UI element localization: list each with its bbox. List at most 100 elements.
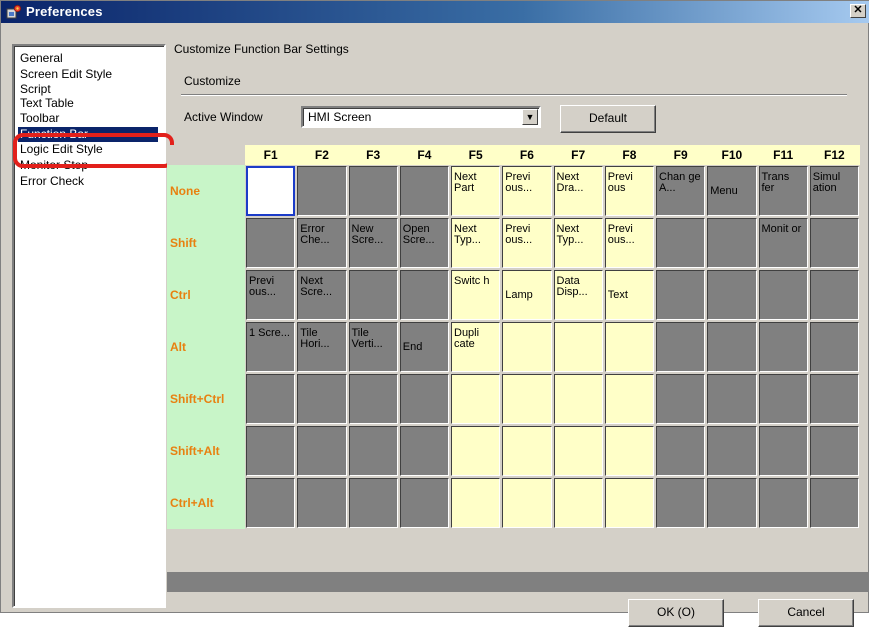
function-cell-ctrl-alt-f6[interactable]	[502, 478, 552, 528]
function-cell-shift-f1[interactable]	[246, 218, 296, 268]
function-cell-ctrl-alt-f10[interactable]	[707, 478, 757, 528]
function-cell-shift-ctrl-f6[interactable]	[502, 374, 552, 424]
function-cell-shift-ctrl-f8[interactable]	[604, 374, 654, 424]
category-list[interactable]: General Screen Edit Style Script Text Table…	[12, 44, 166, 608]
function-cell-ctrl-f6[interactable]: Lamp	[502, 270, 552, 320]
close-button[interactable]: ✕	[850, 4, 866, 18]
function-cell-none-f11[interactable]: Trans fer	[758, 166, 808, 216]
function-cell-alt-f2[interactable]: Tile Hori...	[297, 322, 347, 372]
category-item-text-table[interactable]: Text Table	[18, 96, 76, 111]
function-cell-none-f7[interactable]: Next Dra...	[553, 166, 603, 216]
function-cell-none-f5[interactable]: Next Part	[451, 166, 501, 216]
category-item-monitor-step[interactable]: Monitor Step	[18, 158, 90, 173]
function-cell-shift-alt-f2[interactable]	[297, 426, 347, 476]
function-cell-shift-alt-f12[interactable]	[809, 426, 859, 476]
function-cell-shift-ctrl-f4[interactable]	[399, 374, 449, 424]
function-cell-none-f12[interactable]: Simul ation	[809, 166, 859, 216]
category-item-general[interactable]: General	[18, 51, 65, 66]
function-cell-ctrl-f11[interactable]	[758, 270, 808, 320]
function-cell-ctrl-alt-f9[interactable]	[656, 478, 706, 528]
title-bar[interactable]: Preferences ✕	[1, 1, 869, 23]
function-cell-alt-f6[interactable]	[502, 322, 552, 372]
function-cell-shift-alt-f3[interactable]	[348, 426, 398, 476]
function-cell-shift-f11[interactable]: Monit or	[758, 218, 808, 268]
function-cell-alt-f10[interactable]	[707, 322, 757, 372]
function-cell-shift-ctrl-f2[interactable]	[297, 374, 347, 424]
function-cell-ctrl-alt-f12[interactable]	[809, 478, 859, 528]
function-cell-none-f1[interactable]	[246, 166, 296, 216]
function-cell-shift-alt-f5[interactable]	[451, 426, 501, 476]
function-cell-ctrl-alt-f1[interactable]	[246, 478, 296, 528]
function-cell-ctrl-f1[interactable]: Previ ous...	[246, 270, 296, 320]
function-cell-shift-ctrl-f9[interactable]	[656, 374, 706, 424]
function-cell-shift-f2[interactable]: Error Che...	[297, 218, 347, 268]
function-cell-shift-f5[interactable]: Next Typ...	[451, 218, 501, 268]
function-cell-ctrl-f3[interactable]	[348, 270, 398, 320]
function-cell-none-f2[interactable]	[297, 166, 347, 216]
function-cell-alt-f7[interactable]	[553, 322, 603, 372]
function-cell-shift-f10[interactable]	[707, 218, 757, 268]
function-cell-ctrl-f8[interactable]: Text	[604, 270, 654, 320]
function-cell-shift-ctrl-f7[interactable]	[553, 374, 603, 424]
function-cell-ctrl-alt-f8[interactable]	[604, 478, 654, 528]
function-cell-shift-ctrl-f11[interactable]	[758, 374, 808, 424]
function-cell-ctrl-alt-f7[interactable]	[553, 478, 603, 528]
function-cell-shift-f7[interactable]: Next Typ...	[553, 218, 603, 268]
function-cell-alt-f8[interactable]	[604, 322, 654, 372]
category-item-error-check[interactable]: Error Check	[18, 174, 86, 189]
function-cell-shift-ctrl-f5[interactable]	[451, 374, 501, 424]
function-cell-alt-f9[interactable]	[656, 322, 706, 372]
function-cell-ctrl-f12[interactable]	[809, 270, 859, 320]
function-cell-ctrl-f10[interactable]	[707, 270, 757, 320]
function-cell-shift-alt-f11[interactable]	[758, 426, 808, 476]
active-window-select[interactable]: HMI Screen ▼	[301, 106, 541, 128]
function-cell-ctrl-f2[interactable]: Next Scre...	[297, 270, 347, 320]
function-cell-ctrl-alt-f11[interactable]	[758, 478, 808, 528]
function-cell-ctrl-f4[interactable]	[399, 270, 449, 320]
function-cell-alt-f4[interactable]: End	[399, 322, 449, 372]
function-cell-none-f6[interactable]: Previ ous...	[502, 166, 552, 216]
default-button[interactable]: Default	[560, 105, 656, 133]
function-cell-shift-f6[interactable]: Previ ous...	[502, 218, 552, 268]
function-cell-shift-alt-f7[interactable]	[553, 426, 603, 476]
ok-button[interactable]: OK (O)	[628, 599, 724, 627]
function-cell-alt-f11[interactable]	[758, 322, 808, 372]
function-cell-shift-f8[interactable]: Previ ous...	[604, 218, 654, 268]
function-cell-shift-f12[interactable]	[809, 218, 859, 268]
function-cell-ctrl-f5[interactable]: Switc h	[451, 270, 501, 320]
cancel-button[interactable]: Cancel	[758, 599, 854, 627]
category-item-logic-edit-style[interactable]: Logic Edit Style	[18, 142, 105, 157]
function-cell-shift-alt-f10[interactable]	[707, 426, 757, 476]
function-cell-none-f8[interactable]: Previ ous	[604, 166, 654, 216]
function-cell-shift-alt-f8[interactable]	[604, 426, 654, 476]
function-cell-alt-f12[interactable]	[809, 322, 859, 372]
function-cell-shift-f4[interactable]: Open Scre...	[399, 218, 449, 268]
function-cell-shift-f3[interactable]: New Scre...	[348, 218, 398, 268]
function-cell-none-f4[interactable]	[399, 166, 449, 216]
function-cell-none-f9[interactable]: Chan ge A...	[656, 166, 706, 216]
function-cell-ctrl-alt-f2[interactable]	[297, 478, 347, 528]
function-cell-shift-ctrl-f12[interactable]	[809, 374, 859, 424]
category-item-function-bar[interactable]: Function Bar	[18, 127, 158, 142]
function-cell-ctrl-f9[interactable]	[656, 270, 706, 320]
function-cell-shift-alt-f4[interactable]	[399, 426, 449, 476]
category-item-script[interactable]: Script	[18, 82, 53, 97]
function-cell-shift-ctrl-f1[interactable]	[246, 374, 296, 424]
function-cell-alt-f5[interactable]: Dupli cate	[451, 322, 501, 372]
function-cell-ctrl-f7[interactable]: Data Disp...	[553, 270, 603, 320]
function-cell-shift-alt-f9[interactable]	[656, 426, 706, 476]
function-cell-shift-alt-f1[interactable]	[246, 426, 296, 476]
function-cell-none-f10[interactable]: Menu	[707, 166, 757, 216]
category-item-toolbar[interactable]: Toolbar	[18, 111, 61, 126]
function-cell-shift-ctrl-f3[interactable]	[348, 374, 398, 424]
function-cell-ctrl-alt-f3[interactable]	[348, 478, 398, 528]
function-cell-none-f3[interactable]	[348, 166, 398, 216]
function-cell-alt-f1[interactable]: 1 Scre...	[246, 322, 296, 372]
function-cell-shift-alt-f6[interactable]	[502, 426, 552, 476]
function-cell-alt-f3[interactable]: Tile Verti...	[348, 322, 398, 372]
function-cell-ctrl-alt-f4[interactable]	[399, 478, 449, 528]
function-cell-shift-f9[interactable]	[656, 218, 706, 268]
chevron-down-icon[interactable]: ▼	[522, 109, 538, 125]
function-cell-shift-ctrl-f10[interactable]	[707, 374, 757, 424]
category-item-screen-edit-style[interactable]: Screen Edit Style	[18, 67, 114, 82]
